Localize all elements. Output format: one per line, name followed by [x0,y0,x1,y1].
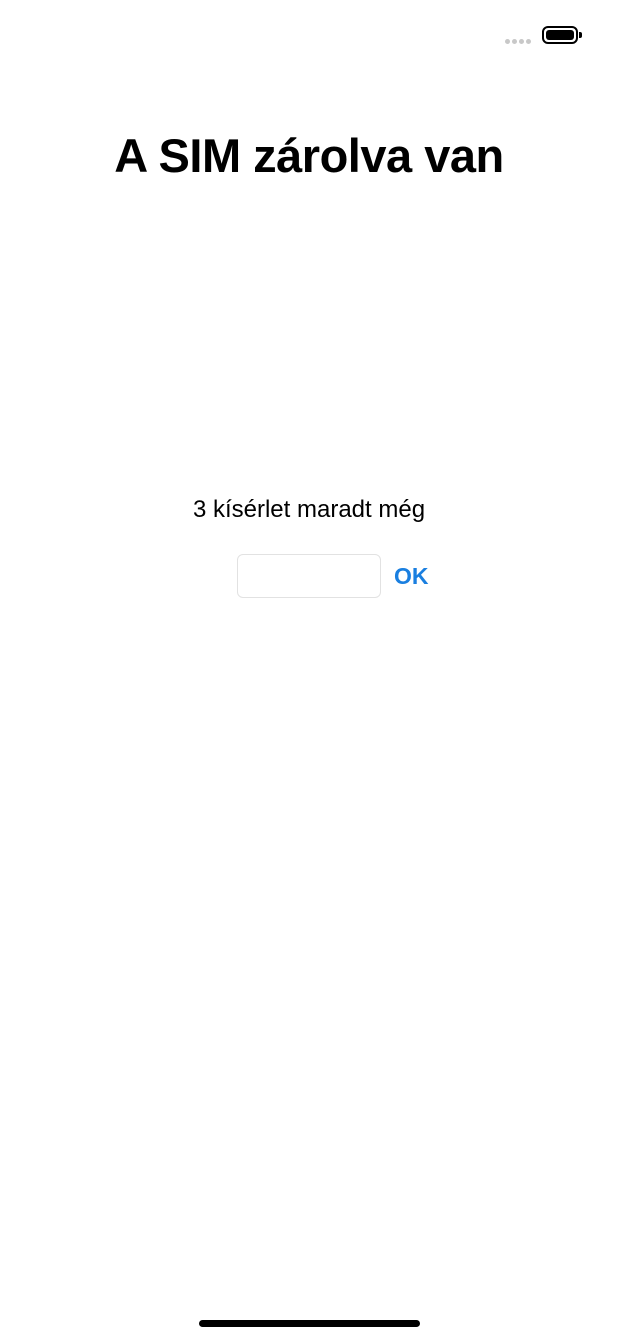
page-title: A SIM zárolva van [114,129,504,182]
status-bar [0,0,618,70]
home-indicator[interactable] [199,1320,420,1327]
battery-cap [579,32,582,38]
battery-full-icon [542,26,578,44]
signal-dots-icon [505,39,531,44]
attempts-remaining-text: 3 kísérlet maradt még [192,496,426,523]
pin-input[interactable] [237,554,381,598]
ok-button[interactable]: OK [394,563,429,590]
pin-entry-row: OK [237,554,429,598]
